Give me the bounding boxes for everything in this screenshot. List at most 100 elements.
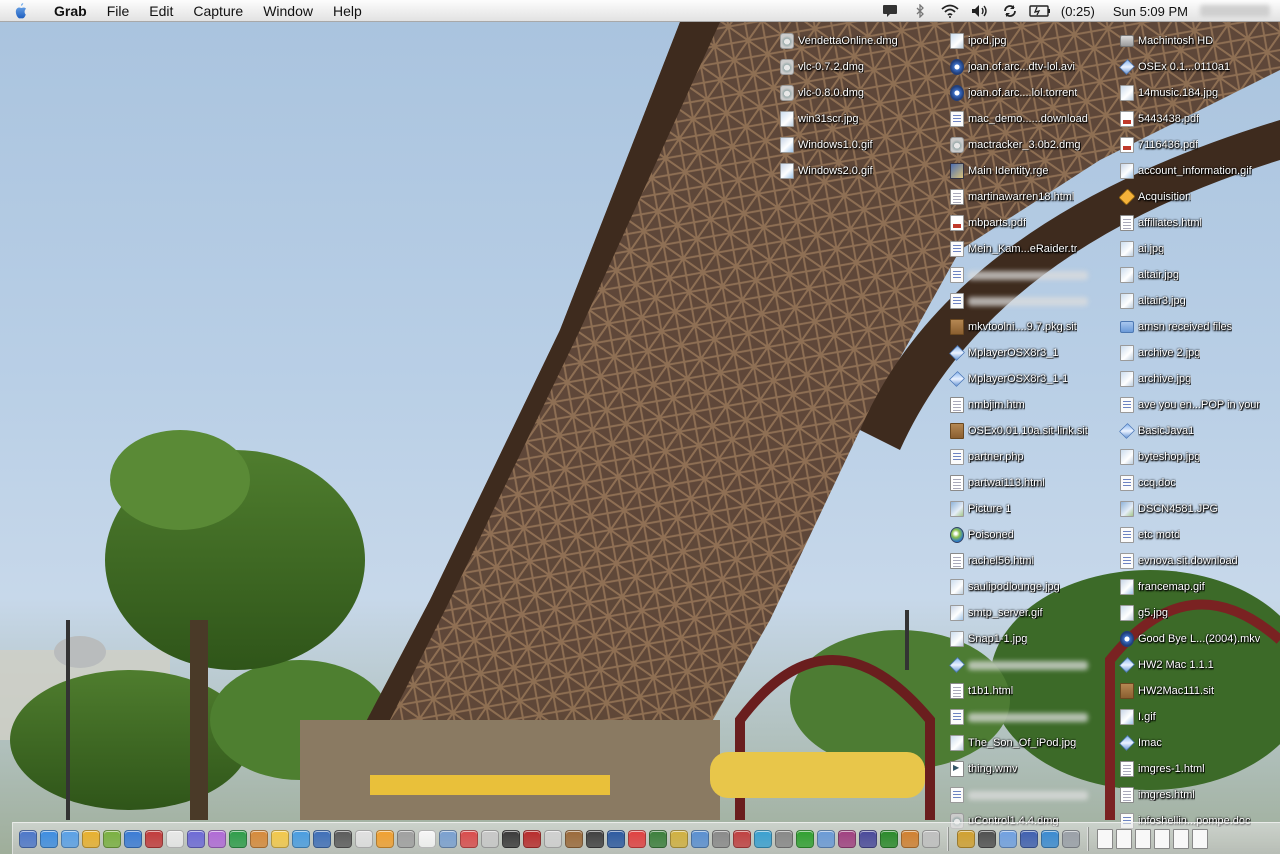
dock-app-icon[interactable]	[228, 829, 247, 848]
desktop-file-icon[interactable]: VendettaOnline.dmg	[780, 28, 940, 54]
desktop-file-icon[interactable]: vlc-0.7.2.dmg	[780, 54, 940, 80]
menu-edit[interactable]: Edit	[139, 0, 183, 22]
desktop-file-icon[interactable]: amsn received files	[1120, 314, 1280, 340]
desktop-file-icon[interactable]: Acquisition	[1118, 184, 1280, 210]
desktop-file-icon[interactable]	[950, 782, 1110, 808]
desktop-file-icon[interactable]: t1b1.html	[950, 678, 1110, 704]
dock-app-icon[interactable]	[207, 829, 226, 848]
dock-app-icon[interactable]	[39, 829, 58, 848]
menubar-clock[interactable]: Sun 5:09 PM	[1101, 4, 1194, 19]
desktop-file-icon[interactable]: mkvtoolni....9.7.pkg.sit	[950, 314, 1110, 340]
user-name-blurred[interactable]	[1200, 5, 1270, 17]
dock-app-icon[interactable]	[543, 829, 562, 848]
dock-app-icon[interactable]	[732, 829, 751, 848]
desktop-file-icon[interactable]: partner.php	[950, 444, 1110, 470]
desktop-file-icon[interactable]: The_Son_Of_iPod.jpg	[950, 730, 1110, 756]
dock-document-icon[interactable]	[1191, 828, 1208, 849]
desktop-file-icon[interactable]: altair.jpg	[1120, 262, 1280, 288]
desktop-file-icon[interactable]: OSEx0.01.10a.sit-link.sit	[950, 418, 1110, 444]
desktop-file-icon[interactable]: Picture 1	[950, 496, 1110, 522]
desktop-file-icon[interactable]: mac_demo......download	[950, 106, 1110, 132]
apple-menu-icon[interactable]	[0, 0, 40, 22]
dock-app-icon[interactable]	[711, 829, 730, 848]
desktop-file-icon[interactable]	[950, 704, 1110, 730]
dock-app-icon[interactable]	[648, 829, 667, 848]
dock-app-icon[interactable]	[522, 829, 541, 848]
desktop-file-icon[interactable]: DSCN4581.JPG	[1120, 496, 1280, 522]
dock-app-icon[interactable]	[900, 829, 919, 848]
dock-app-icon[interactable]	[921, 829, 940, 848]
dock-app-icon[interactable]	[60, 829, 79, 848]
dock-app-icon[interactable]	[102, 829, 121, 848]
dock-app-icon[interactable]	[438, 829, 457, 848]
dock-document-icon[interactable]	[1134, 828, 1151, 849]
desktop-file-icon[interactable]: HW2Mac111.sit	[1120, 678, 1280, 704]
dock-app-icon[interactable]	[690, 829, 709, 848]
desktop-file-icon[interactable]: partwai113.html	[950, 470, 1110, 496]
dock-document-icon[interactable]	[1096, 828, 1113, 849]
dock-app-icon[interactable]	[165, 829, 184, 848]
dock-app-icon[interactable]	[480, 829, 499, 848]
desktop-file-icon[interactable]: byteshop.jpg	[1120, 444, 1280, 470]
wifi-icon[interactable]	[935, 0, 965, 22]
dock-app-icon[interactable]	[1061, 829, 1080, 848]
menu-capture[interactable]: Capture	[183, 0, 253, 22]
dock-app-icon[interactable]	[333, 829, 352, 848]
dock-app-icon[interactable]	[249, 829, 268, 848]
dock-app-icon[interactable]	[123, 829, 142, 848]
desktop-file-icon[interactable]: etc motd	[1120, 522, 1280, 548]
dock-document-icon[interactable]	[1153, 828, 1170, 849]
menu-window[interactable]: Window	[253, 0, 323, 22]
dock-app-icon[interactable]	[606, 829, 625, 848]
desktop-file-icon[interactable]: saulipodlounge.jpg	[950, 574, 1110, 600]
dock-app-icon[interactable]	[501, 829, 520, 848]
desktop-file-icon[interactable]: I.gif	[1120, 704, 1280, 730]
desktop-file-icon[interactable]: ccq.doc	[1120, 470, 1280, 496]
dock-app-icon[interactable]	[18, 829, 37, 848]
desktop-file-icon[interactable]: nmbjim.htm	[950, 392, 1110, 418]
dock-app-icon[interactable]	[753, 829, 772, 848]
desktop-file-icon[interactable]: Mein_Kam...eRaider.tr	[950, 236, 1110, 262]
dock-app-icon[interactable]	[375, 829, 394, 848]
volume-icon[interactable]	[965, 0, 995, 22]
desktop-file-icon[interactable]	[949, 652, 1110, 678]
desktop-file-icon[interactable]: imgres-1.html	[1120, 756, 1280, 782]
dock-app-icon[interactable]	[270, 829, 289, 848]
app-menu-grab[interactable]: Grab	[40, 0, 97, 22]
desktop-file-icon[interactable]: 14music.184.jpg	[1120, 80, 1280, 106]
desktop-file-icon[interactable]: vlc-0.8.0.dmg	[780, 80, 940, 106]
dock-app-icon[interactable]	[669, 829, 688, 848]
dock-app-icon[interactable]	[459, 829, 478, 848]
dock-app-icon[interactable]	[1040, 829, 1059, 848]
dock-app-icon[interactable]	[998, 829, 1017, 848]
battery-icon[interactable]	[1025, 0, 1055, 22]
desktop-file-icon[interactable]: joan.of.arc....lol.torrent	[950, 80, 1110, 106]
desktop-file-icon[interactable]: HW2 Mac 1.1.1	[1119, 652, 1280, 678]
desktop-file-icon[interactable]	[950, 262, 1110, 288]
desktop-file-icon[interactable]: 5443438.pdf	[1120, 106, 1280, 132]
desktop-file-icon[interactable]: evnova.sit.download	[1120, 548, 1280, 574]
desktop-file-icon[interactable]: rachel56.html	[950, 548, 1110, 574]
desktop-file-icon[interactable]: 7116436.pdf	[1120, 132, 1280, 158]
desktop-file-icon[interactable]: g5.jpg	[1120, 600, 1280, 626]
desktop-file-icon[interactable]: ipod.jpg	[950, 28, 1110, 54]
dock-app-icon[interactable]	[956, 829, 975, 848]
dock-app-icon[interactable]	[396, 829, 415, 848]
dock-app-icon[interactable]	[837, 829, 856, 848]
dock-app-icon[interactable]	[564, 829, 583, 848]
dock-app-icon[interactable]	[144, 829, 163, 848]
desktop-file-icon[interactable]: thing.wmv	[950, 756, 1110, 782]
desktop-file-icon[interactable]: francemap.gif	[1120, 574, 1280, 600]
desktop-file-icon[interactable]: Main Identity.rge	[950, 158, 1110, 184]
dock-document-icon[interactable]	[1115, 828, 1132, 849]
dock-app-icon[interactable]	[1019, 829, 1038, 848]
desktop-file-icon[interactable]: account_information.gif	[1120, 158, 1280, 184]
dock-app-icon[interactable]	[774, 829, 793, 848]
desktop-file-icon[interactable]	[950, 288, 1110, 314]
dock-app-icon[interactable]	[354, 829, 373, 848]
dock-document-icon[interactable]	[1172, 828, 1189, 849]
battery-time[interactable]: (0:25)	[1055, 4, 1101, 19]
dock-app-icon[interactable]	[795, 829, 814, 848]
dock-app-icon[interactable]	[816, 829, 835, 848]
desktop-file-icon[interactable]: joan.of.arc...dtv-lol.avi	[950, 54, 1110, 80]
